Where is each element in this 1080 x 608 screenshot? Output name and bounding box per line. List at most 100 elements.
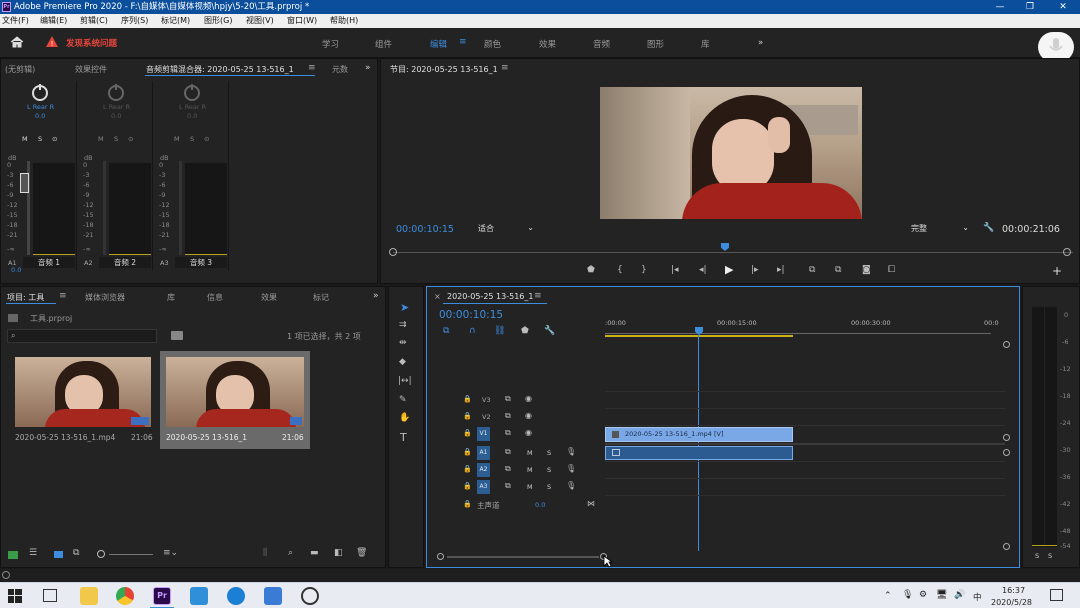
project-item-selected[interactable]: 2020-05-25 13-516_1 21:06: [160, 351, 310, 449]
mute-button[interactable]: M: [22, 135, 28, 143]
icon-view-icon[interactable]: [54, 551, 63, 558]
razor-tool-icon[interactable]: ◆: [399, 357, 406, 367]
solo-button[interactable]: S: [547, 449, 551, 457]
voiceover-mic-icon[interactable]: 🎙: [566, 447, 576, 456]
pan-value[interactable]: 0.0: [35, 112, 45, 120]
more-workspaces-button[interactable]: »: [758, 38, 763, 48]
volume-icon[interactable]: 🔊: [954, 590, 965, 600]
ripple-edit-tool-icon[interactable]: ⇹: [399, 338, 407, 348]
edge-icon[interactable]: [227, 587, 245, 605]
workspace-graphics[interactable]: 图形: [647, 38, 664, 50]
zoom-out-icon[interactable]: [97, 550, 105, 558]
menu-window[interactable]: 窗口(W): [287, 14, 317, 28]
record-button[interactable]: ⊙: [128, 135, 133, 143]
tab-metadata[interactable]: 元数: [332, 64, 348, 75]
add-marker-icon[interactable]: ⬟: [587, 265, 595, 275]
lock-icon[interactable]: 🔒: [463, 500, 472, 508]
solo-right-button[interactable]: S: [1048, 552, 1052, 560]
fader-value[interactable]: 0.0: [11, 266, 21, 274]
voiceover-mic-icon[interactable]: 🎙: [566, 481, 576, 490]
channel-name-1[interactable]: 音频 1: [23, 257, 75, 268]
menu-sequence[interactable]: 序列(S): [121, 14, 148, 28]
system-issue-link[interactable]: 发现系统问题: [66, 37, 117, 49]
tab-effect-controls[interactable]: 效果控件: [75, 64, 107, 75]
add-marker-icon[interactable]: ⬟: [521, 326, 529, 336]
pan-value[interactable]: 0.0: [111, 112, 121, 120]
workspace-editing[interactable]: 编辑: [430, 38, 447, 50]
clock-time[interactable]: 16:37: [1002, 586, 1025, 595]
menu-edit[interactable]: 编辑(E): [40, 14, 67, 28]
go-to-out-icon[interactable]: ▸|: [777, 265, 785, 275]
mute-button[interactable]: M: [527, 466, 533, 474]
pan-knob-icon[interactable]: [32, 84, 48, 101]
chrome-icon[interactable]: [116, 587, 134, 605]
start-windows-icon[interactable]: [8, 589, 22, 605]
home-icon[interactable]: [10, 36, 24, 50]
export-frame-icon[interactable]: ◙: [862, 265, 871, 275]
scroll-handle-left[interactable]: [389, 248, 397, 256]
notification-center-icon[interactable]: [1050, 589, 1063, 601]
close-button[interactable]: ✕: [1048, 0, 1078, 14]
audio-clip[interactable]: [605, 446, 793, 460]
lock-icon[interactable]: 🔒: [463, 412, 472, 420]
mark-out-icon[interactable]: }: [641, 265, 647, 275]
selection-tool-icon[interactable]: ➤: [400, 301, 409, 314]
lock-icon[interactable]: 🔒: [463, 448, 472, 456]
solo-button[interactable]: S: [190, 135, 194, 143]
tablet-app-icon[interactable]: [264, 587, 282, 605]
eye-icon[interactable]: ◉: [525, 411, 532, 420]
lock-icon[interactable]: [8, 551, 18, 559]
sync-lock-icon[interactable]: ⧉: [505, 481, 511, 491]
mail-icon[interactable]: [190, 587, 208, 605]
pan-knob-icon[interactable]: [108, 84, 124, 101]
mute-button[interactable]: M: [174, 135, 180, 143]
maximize-button[interactable]: ❐: [1015, 0, 1045, 14]
tab-media-browser[interactable]: 媒体浏览器: [85, 292, 125, 303]
panel-menu-icon[interactable]: ≡: [59, 291, 67, 301]
channel-name-2[interactable]: 音频 2: [99, 257, 151, 268]
pen-tool-icon[interactable]: ✎: [399, 395, 407, 405]
channel-name-3[interactable]: 音频 3: [175, 257, 227, 268]
av-divider[interactable]: [605, 443, 1005, 445]
hand-tool-icon[interactable]: ✋: [399, 413, 410, 423]
tab-info[interactable]: 信息: [207, 292, 223, 303]
new-bin-from-search-icon[interactable]: [171, 331, 183, 340]
volume-fader[interactable]: [20, 173, 29, 193]
solo-button[interactable]: S: [38, 135, 42, 143]
timeline-timecode[interactable]: 00:00:10:15: [439, 309, 503, 321]
panel-overflow-button[interactable]: »: [365, 63, 371, 73]
horizontal-scrollbar[interactable]: [447, 556, 599, 558]
menu-graphics[interactable]: 图形(G): [204, 14, 232, 28]
panel-overflow-button[interactable]: »: [373, 291, 379, 301]
record-button[interactable]: ⊙: [52, 135, 57, 143]
workspace-color[interactable]: 颜色: [484, 38, 501, 50]
panel-menu-icon[interactable]: ≡: [501, 63, 509, 73]
timeline-sequence-tab[interactable]: 2020-05-25 13-516_1: [447, 292, 533, 301]
go-to-in-icon[interactable]: |◂: [671, 265, 679, 275]
network-icon[interactable]: 🖥: [936, 590, 947, 600]
type-tool-icon[interactable]: T: [400, 431, 407, 444]
file-explorer-icon[interactable]: [80, 587, 98, 605]
vertical-scroll-handle[interactable]: [1003, 449, 1010, 456]
premiere-taskbar-icon[interactable]: Pr: [153, 587, 171, 605]
pan-value[interactable]: 0.0: [187, 112, 197, 120]
mute-button[interactable]: M: [98, 135, 104, 143]
lock-icon[interactable]: 🔒: [463, 395, 472, 403]
source-patch-v1[interactable]: V1: [477, 427, 490, 441]
project-item[interactable]: 2020-05-25 13-516_1.mp4 21:06: [9, 351, 157, 449]
menu-clip[interactable]: 剪辑(C): [80, 14, 108, 28]
menu-marker[interactable]: 标记(M): [161, 14, 190, 28]
sync-lock-icon[interactable]: ⧉: [505, 411, 511, 421]
program-playhead[interactable]: [721, 243, 729, 251]
source-patch-a2[interactable]: A2: [477, 463, 490, 477]
step-forward-icon[interactable]: |▸: [751, 265, 759, 275]
sort-icons-icon[interactable]: ≡⌄: [163, 548, 178, 558]
program-monitor-title[interactable]: 节目: 2020-05-25 13-516_1: [390, 64, 498, 75]
tab-libraries[interactable]: 库: [167, 292, 175, 303]
input-language[interactable]: 中: [973, 591, 982, 603]
eye-icon[interactable]: ◉: [525, 394, 532, 403]
work-area-bar[interactable]: [605, 335, 793, 337]
panel-menu-icon[interactable]: ≡: [308, 63, 316, 73]
new-item-icon[interactable]: ◧: [334, 548, 343, 558]
snap-icon[interactable]: ∩: [469, 326, 476, 336]
